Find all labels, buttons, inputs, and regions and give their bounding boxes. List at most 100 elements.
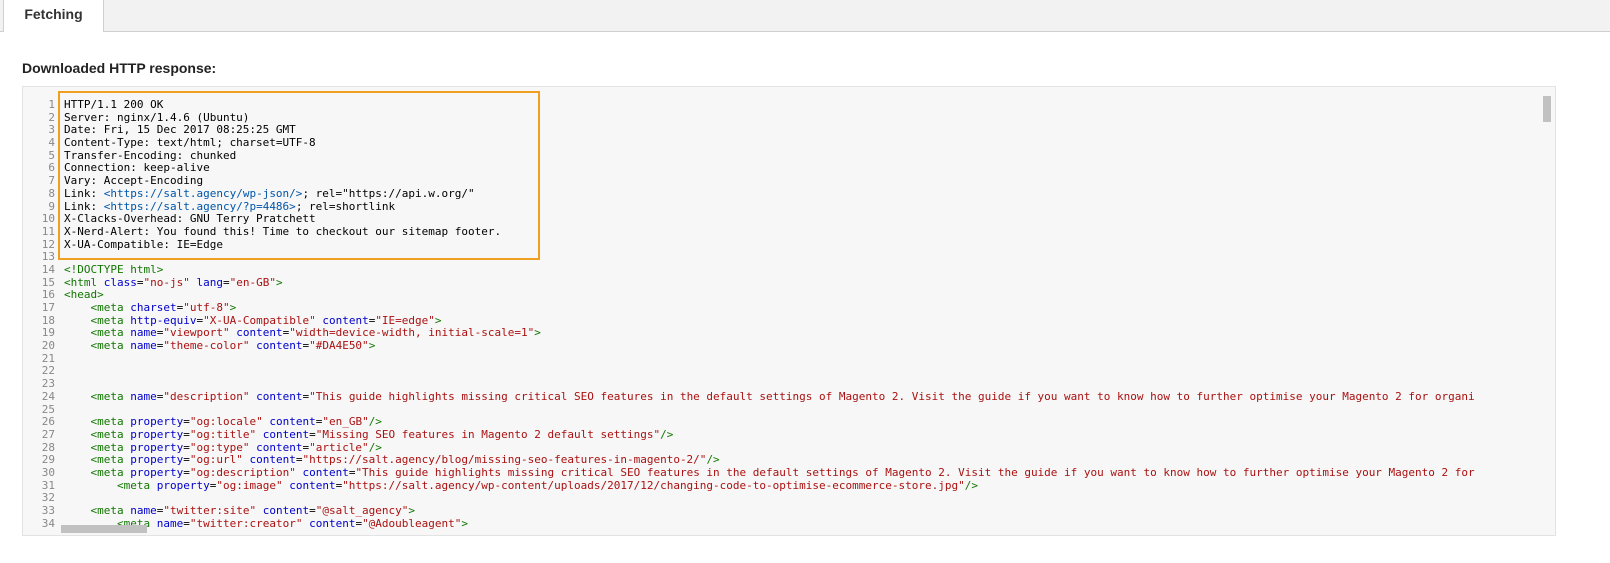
code-token: = xyxy=(136,275,144,289)
code-token: = xyxy=(309,504,316,517)
line-number: 4 xyxy=(48,136,55,150)
code-token: "no-js" xyxy=(143,275,190,289)
code-token: "Missing SEO features in Magento 2 defau… xyxy=(315,427,661,441)
line-number: 3 xyxy=(48,123,55,137)
code-line: 11 X-Nerd-Alert: You found this! Time to … xyxy=(23,224,1537,239)
code-token: Content-Type: text/html; charset=UTF-8 xyxy=(64,136,316,150)
code-token: "og:title" xyxy=(189,427,257,441)
code-token: name xyxy=(130,389,157,403)
line-number: 23 xyxy=(41,377,55,391)
line-number: 27 xyxy=(41,427,55,441)
code-token: Connection: keep-alive xyxy=(64,161,210,175)
code-token: = xyxy=(309,427,316,441)
code-token: http-equiv xyxy=(130,313,197,327)
code-token: content xyxy=(249,453,296,467)
code-token: name xyxy=(130,339,157,353)
code-token: <!DOCTYPE html> xyxy=(64,262,164,276)
code-token: X-Nerd-Alert: You found this! Time to ch… xyxy=(64,224,502,238)
code-token: lang xyxy=(196,275,223,289)
code-line: 24 <meta name="description" content="Thi… xyxy=(23,389,1537,404)
code-token: property xyxy=(130,427,184,441)
code-token: "This guide highlights missing critical … xyxy=(309,389,1475,403)
code-token: "article" xyxy=(309,440,369,454)
code-token: name xyxy=(130,326,157,340)
code-token: name xyxy=(156,516,184,530)
line-number: 34 xyxy=(41,516,55,530)
code-token: Link: xyxy=(64,199,104,213)
line-number: 10 xyxy=(41,212,55,226)
line-number: 11 xyxy=(41,224,55,238)
code-token: <head> xyxy=(64,288,104,302)
code-token: "viewport" xyxy=(163,326,230,340)
code-token: "width=device-width, initial-scale=1" xyxy=(289,326,535,340)
code-token: "utf-8" xyxy=(183,301,230,314)
code-token: "IE=edge" xyxy=(375,313,435,327)
code-line: 13 xyxy=(23,251,1537,264)
code-token: = xyxy=(183,427,190,441)
code-token: X-UA-Compatible: IE=Edge xyxy=(64,237,223,251)
code-token: content xyxy=(262,427,310,441)
vertical-scrollbar[interactable] xyxy=(1537,87,1555,523)
code-token: > xyxy=(408,504,416,517)
code-token: <https://salt.agency/?p=4486> xyxy=(103,199,296,213)
code-line: 22 xyxy=(23,365,1537,378)
code-token: ; rel=shortlink xyxy=(295,199,396,213)
line-number: 2 xyxy=(48,110,55,124)
line-number: 20 xyxy=(41,339,55,353)
code-token: "theme-color" xyxy=(163,339,250,353)
code-token: "og:url" xyxy=(189,453,243,467)
code-token: <meta xyxy=(90,465,131,479)
line-number: 14 xyxy=(41,262,55,276)
code-token: "#DA4E50" xyxy=(309,339,369,353)
code-token: = xyxy=(183,453,190,467)
code-token: "X-UA-Compatible" xyxy=(203,313,316,327)
code-token: /> xyxy=(706,453,720,467)
code-token: <meta xyxy=(90,313,131,327)
code-token: Link: xyxy=(64,186,104,200)
horizontal-scrollbar-thumb[interactable] xyxy=(61,525,147,533)
code-token: > xyxy=(229,301,237,314)
section-heading: Downloaded HTTP response: xyxy=(22,60,217,76)
code-token: ; rel="https://api.w.org/" xyxy=(302,186,475,200)
code-viewport[interactable]: 1 HTTP/1.1 200 OK 2 Server: nginx/1.4.6 (Ub… xyxy=(23,87,1537,535)
code-token: HTTP/1.1 200 OK xyxy=(64,98,164,111)
code-token: "This guide highlights missing critical … xyxy=(355,465,1475,479)
code-token: /> xyxy=(368,440,382,454)
code-line: 20 <meta name="theme-color" content="#DA… xyxy=(23,339,1537,353)
code-token: = xyxy=(183,415,190,429)
code-line: 4 Content-Type: text/html; charset=UTF-8 xyxy=(23,136,1537,150)
code-line: 1 HTTP/1.1 200 OK xyxy=(23,98,1537,112)
code-line: 34 <meta name="twitter:creator" content=… xyxy=(23,516,1537,531)
code-token: "https://salt.agency/wp-content/uploads/… xyxy=(342,478,965,492)
code-token: > xyxy=(461,516,469,530)
code-token: content xyxy=(269,415,316,429)
vertical-scrollbar-thumb[interactable] xyxy=(1543,96,1551,122)
tab-fetching[interactable]: Fetching xyxy=(3,0,104,32)
code-token: "description" xyxy=(163,389,250,403)
code-token: <meta xyxy=(90,427,131,441)
code-token: > xyxy=(434,313,442,327)
code-token: Vary: Accept-Encoding xyxy=(64,174,204,188)
tab-bar: Fetching xyxy=(0,0,1610,32)
code-line: 16 <head> xyxy=(23,288,1537,302)
line-number: 24 xyxy=(41,389,55,403)
code-token: <meta xyxy=(90,453,131,467)
code-token: Date: Fri, 15 Dec 2017 08:25:25 GMT xyxy=(64,123,296,137)
code-token: <https://salt.agency/wp-json/> xyxy=(103,186,303,200)
line-number: 7 xyxy=(48,174,55,188)
code-token: <meta xyxy=(90,504,131,517)
code-token: <html xyxy=(64,275,104,289)
code-token: /> xyxy=(660,427,674,441)
http-response-viewer[interactable]: 1 HTTP/1.1 200 OK 2 Server: nginx/1.4.6 (Ub… xyxy=(22,86,1556,536)
code-token: = xyxy=(183,516,190,530)
code-token: content xyxy=(256,389,303,403)
code-token: > xyxy=(368,339,376,353)
code-token: <meta xyxy=(90,301,131,314)
code-token: charset xyxy=(130,301,177,314)
code-token: content xyxy=(256,339,303,353)
